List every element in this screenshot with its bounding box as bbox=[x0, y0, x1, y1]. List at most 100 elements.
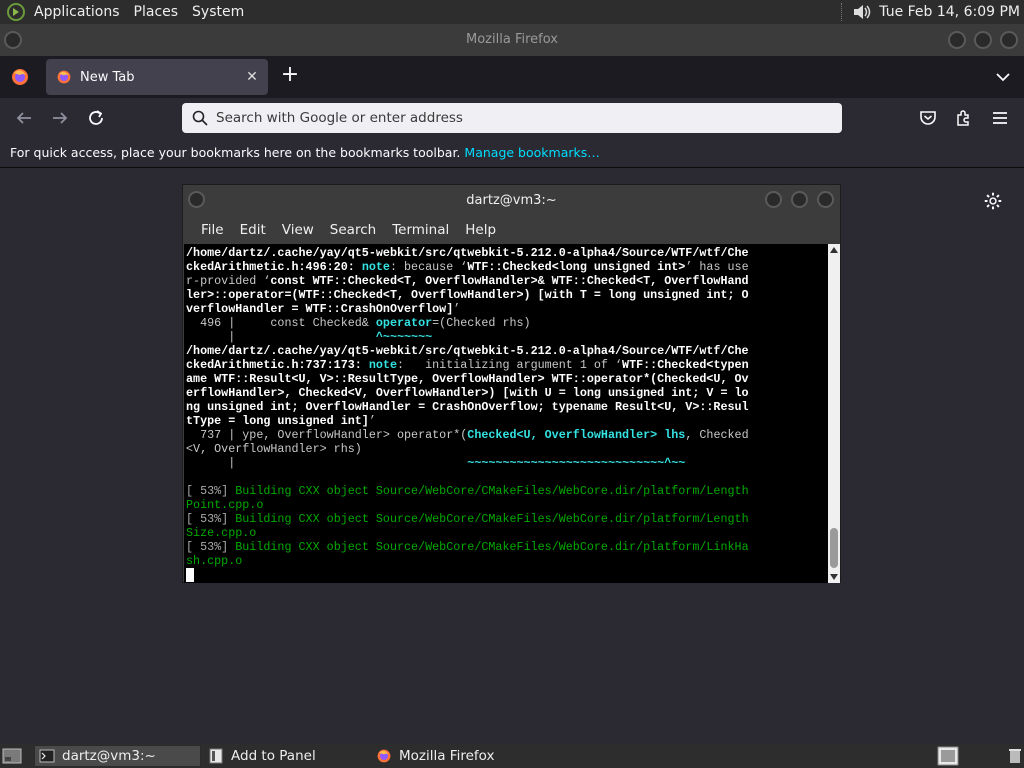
tab-label: New Tab bbox=[80, 69, 135, 85]
trash-icon[interactable] bbox=[1008, 748, 1022, 764]
terminal-segment: /home/dartz/.cache/yay/qt5-webkit/src/qt… bbox=[186, 344, 749, 358]
terminal-segment: : because ‘ bbox=[389, 260, 468, 274]
terminal-line bbox=[186, 470, 828, 484]
terminal-line: ler>::operator=(WTF::Checked<T, Overflow… bbox=[186, 288, 828, 302]
url-input[interactable] bbox=[216, 110, 816, 126]
terminal-segment: const WTF::Checked<T, OverflowHandler>& … bbox=[270, 274, 749, 288]
maximize-button[interactable] bbox=[974, 31, 992, 49]
address-bar[interactable] bbox=[182, 103, 842, 133]
menu-help[interactable]: Help bbox=[457, 216, 504, 244]
nav-bar bbox=[0, 98, 1024, 138]
firefox-icon bbox=[377, 749, 391, 763]
task-add-to-panel[interactable]: Add to Panel bbox=[204, 745, 369, 767]
scrollbar-thumb[interactable] bbox=[830, 528, 838, 568]
reload-button[interactable] bbox=[84, 106, 108, 130]
forward-button[interactable] bbox=[48, 106, 72, 130]
terminal-titlebar[interactable]: dartz@vm3:~ bbox=[183, 185, 840, 216]
window-menu-button[interactable] bbox=[4, 31, 22, 49]
firefox-titlebar: Mozilla Firefox bbox=[0, 24, 1024, 56]
gnome-foot-icon[interactable] bbox=[6, 2, 26, 22]
terminal-output[interactable]: /home/dartz/.cache/yay/qt5-webkit/src/qt… bbox=[184, 244, 828, 583]
terminal-segment: ng unsigned int; OverflowHandler = Crash… bbox=[186, 400, 749, 414]
terminal-segment: erflowHandler>, Checked<V, OverflowHandl… bbox=[186, 386, 749, 400]
bookmarks-message: For quick access, place your bookmarks h… bbox=[10, 145, 461, 160]
terminal-menubar: File Edit View Search Terminal Help bbox=[183, 216, 840, 244]
show-desktop-icon[interactable] bbox=[2, 747, 22, 765]
terminal-cursor bbox=[186, 568, 194, 582]
menu-system[interactable]: System bbox=[185, 0, 251, 24]
terminal-line: /home/dartz/.cache/yay/qt5-webkit/src/qt… bbox=[186, 246, 828, 260]
terminal-segment: ’ bbox=[453, 302, 461, 316]
terminal-line: ckedArithmetic.h:737:173: note: initiali… bbox=[186, 358, 828, 372]
menu-file[interactable]: File bbox=[193, 216, 232, 244]
minimize-button[interactable] bbox=[948, 31, 966, 49]
terminal-line: | ^~~~~~~~ bbox=[186, 330, 828, 344]
tab-new-tab[interactable]: New Tab ✕ bbox=[46, 59, 268, 95]
minimize-button[interactable] bbox=[765, 191, 782, 208]
scroll-up-arrow-icon[interactable] bbox=[830, 247, 838, 253]
menu-search[interactable]: Search bbox=[322, 216, 384, 244]
terminal-segment: ckedArithmetic.h:496:20: bbox=[186, 260, 362, 274]
terminal-segment: verflowHandler = WTF::CrashOnOverflow] bbox=[186, 302, 454, 316]
back-button[interactable] bbox=[12, 106, 36, 130]
terminal-segment: note bbox=[361, 260, 390, 274]
workspace-switcher-icon[interactable] bbox=[937, 746, 959, 766]
terminal-segment: | bbox=[186, 456, 468, 470]
terminal-segment: ckedArithmetic.h:737:173: bbox=[186, 358, 369, 372]
task-label: dartz@vm3:~ bbox=[62, 748, 156, 764]
scroll-down-arrow-icon[interactable] bbox=[830, 574, 838, 580]
task-firefox[interactable]: Mozilla Firefox bbox=[372, 745, 572, 767]
bookmarks-toolbar: For quick access, place your bookmarks h… bbox=[0, 138, 1024, 168]
terminal-line: <V, OverflowHandler> rhs) bbox=[186, 442, 828, 456]
terminal-segment: [ 53%] bbox=[186, 540, 236, 554]
terminal-segment: operator bbox=[375, 316, 433, 330]
terminal-line: [ 53%] Building CXX object Source/WebCor… bbox=[186, 540, 828, 554]
terminal-line: 737 | ype, OverflowHandler> operator*(Ch… bbox=[186, 428, 828, 442]
terminal-segment: [ 53%] bbox=[186, 512, 236, 526]
terminal-segment: WTF::Checked<long unsigned int> bbox=[467, 260, 686, 274]
terminal-segment bbox=[186, 470, 193, 484]
terminal-scrollbar[interactable] bbox=[828, 244, 840, 583]
terminal-line: sh.cpp.o bbox=[186, 554, 828, 568]
gear-icon[interactable] bbox=[982, 190, 1004, 212]
extensions-icon[interactable] bbox=[952, 106, 976, 130]
hamburger-menu-icon[interactable] bbox=[988, 106, 1012, 130]
terminal-line: /home/dartz/.cache/yay/qt5-webkit/src/qt… bbox=[186, 344, 828, 358]
menu-places[interactable]: Places bbox=[127, 0, 186, 24]
top-panel: Applications Places System Tue Feb 14, 6… bbox=[0, 0, 1024, 24]
window-menu-button[interactable] bbox=[188, 191, 205, 208]
chevron-down-icon[interactable] bbox=[992, 66, 1014, 88]
menu-terminal[interactable]: Terminal bbox=[384, 216, 457, 244]
menu-applications[interactable]: Applications bbox=[27, 0, 127, 24]
close-button[interactable] bbox=[817, 191, 834, 208]
terminal-segment: Checked<U, OverflowHandler> lhs bbox=[467, 428, 686, 442]
terminal-line: 496 | const Checked& operator=(Checked r… bbox=[186, 316, 828, 330]
menu-edit[interactable]: Edit bbox=[232, 216, 274, 244]
terminal-segment: 496 | const Checked& bbox=[186, 316, 376, 330]
menu-view[interactable]: View bbox=[274, 216, 322, 244]
speaker-icon[interactable] bbox=[851, 2, 873, 22]
pocket-icon[interactable] bbox=[916, 106, 940, 130]
firefox-icon bbox=[57, 70, 71, 84]
firefox-view-icon[interactable] bbox=[10, 67, 30, 87]
clock[interactable]: Tue Feb 14, 6:09 PM bbox=[873, 4, 1024, 20]
terminal-line: ng unsigned int; OverflowHandler = Crash… bbox=[186, 400, 828, 414]
terminal-segment: Building CXX object Source/WebCore/CMake… bbox=[235, 484, 749, 498]
terminal-line: erflowHandler>, Checked<V, OverflowHandl… bbox=[186, 386, 828, 400]
new-tab-button[interactable]: + bbox=[278, 64, 302, 88]
terminal-line: r-provided ‘const WTF::Checked<T, Overfl… bbox=[186, 274, 828, 288]
terminal-line: [ 53%] Building CXX object Source/WebCor… bbox=[186, 512, 828, 526]
terminal-segment: sh.cpp.o bbox=[186, 554, 243, 568]
terminal-segment: ler>::operator=(WTF::Checked<T, Overflow… bbox=[186, 288, 749, 302]
maximize-button[interactable] bbox=[791, 191, 808, 208]
terminal-line: Point.cpp.o bbox=[186, 498, 828, 512]
terminal-segment: /home/dartz/.cache/yay/qt5-webkit/src/qt… bbox=[186, 246, 749, 260]
task-terminal[interactable]: dartz@vm3:~ bbox=[34, 745, 201, 767]
tab-close-icon[interactable]: ✕ bbox=[242, 69, 262, 85]
close-button[interactable] bbox=[1000, 31, 1018, 49]
terminal-line: verflowHandler = WTF::CrashOnOverflow]’ bbox=[186, 302, 828, 316]
terminal-segment: =(Checked rhs) bbox=[432, 316, 531, 330]
terminal-segment: <V, OverflowHandler> rhs) bbox=[186, 442, 362, 456]
manage-bookmarks-link[interactable]: Manage bookmarks… bbox=[464, 145, 599, 160]
panel-separator bbox=[841, 3, 845, 21]
